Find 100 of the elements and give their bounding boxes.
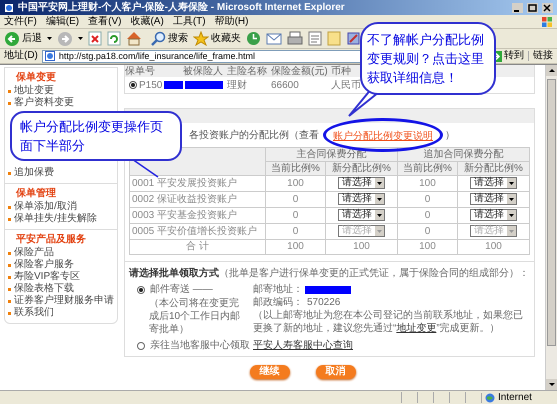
caret-icon[interactable] <box>374 210 384 220</box>
sidebar-link[interactable]: 地址变更 <box>14 86 54 96</box>
radio-button[interactable] <box>137 286 145 294</box>
sidebar-link[interactable]: 保险产品 <box>14 248 54 258</box>
section-title: 保单管理 <box>14 187 57 200</box>
table-cell: 100 <box>266 176 326 192</box>
bullet-icon <box>8 90 11 92</box>
table-cell: 0 <box>397 224 458 240</box>
account-name: 0002 保证收益投资账户 <box>130 192 266 208</box>
table-cell: 0 <box>397 208 458 224</box>
menu-item[interactable]: 文件(F) <box>4 16 37 26</box>
links-button[interactable]: 链接 <box>528 51 553 61</box>
option-label: 亲往当地客服中心领取 <box>150 338 250 353</box>
receipt-method-note: （批单是客户进行保单变更的正式凭证，属于保险合同的组成部分）： <box>219 266 529 280</box>
favorites-button[interactable]: 收藏夹 <box>193 31 241 46</box>
receipt-method-title: 请选择批单领取方式 <box>129 266 219 280</box>
refresh-icon[interactable] <box>107 31 121 46</box>
sidebar-link[interactable]: 保险客户服务 <box>14 260 74 270</box>
menu-item[interactable]: 帮助(H) <box>214 16 248 26</box>
caret-icon[interactable] <box>506 210 516 220</box>
history-icon[interactable] <box>246 31 261 46</box>
sidebar-link[interactable]: 联系我们 <box>14 308 54 318</box>
bullet-icon <box>8 102 11 104</box>
menu-item[interactable]: 收藏(A) <box>130 16 164 26</box>
menu-item[interactable]: 查看(V) <box>88 16 122 26</box>
window-title: 中国平安网上理财-个人客户-保险-人寿保险 - Microsoft Internet Explorer <box>18 0 346 15</box>
back-button[interactable]: 后退 <box>4 30 42 46</box>
column-header: 当前比例% <box>266 162 326 176</box>
column-header: 主险名称 <box>227 66 267 76</box>
menu-item[interactable]: 工具(T) <box>172 16 206 26</box>
dropdown[interactable]: 请选择 <box>338 209 385 222</box>
caret-icon[interactable] <box>78 36 83 40</box>
dropdown[interactable]: 请选择 <box>470 209 517 222</box>
maximize-icon[interactable] <box>527 2 538 12</box>
scrollbar[interactable] <box>545 65 557 390</box>
radio-button[interactable] <box>129 81 137 89</box>
minimize-icon[interactable] <box>512 2 523 12</box>
dropdown: 请选择 <box>470 225 517 238</box>
sidebar-link[interactable]: 保单添加/取消 <box>14 202 77 212</box>
scroll-down-icon[interactable] <box>546 379 557 390</box>
sidebar-link[interactable]: 寿险VIP客专区 <box>14 272 80 282</box>
field-value: 570226 <box>307 296 340 310</box>
option-note: （本公司将在变更完成后10个工作日内邮寄批单） <box>148 297 242 336</box>
sidebar-link[interactable]: 证券客户理财服务申请 <box>14 296 114 306</box>
close-icon[interactable] <box>542 2 553 12</box>
scroll-up-icon[interactable] <box>546 65 557 76</box>
table-cell-text: 66600 <box>271 78 299 92</box>
column-header: 币种 <box>331 66 351 76</box>
bullet-icon <box>8 252 11 254</box>
browser-icon[interactable] <box>4 2 14 12</box>
table-cell: 0 <box>397 192 458 208</box>
mail-icon[interactable] <box>266 32 282 45</box>
column-header: 新分配比例% <box>325 162 398 176</box>
table-cell-text: 理财 <box>227 78 247 92</box>
sidebar-link[interactable]: 保单挂失/挂失解除 <box>14 214 97 224</box>
caret-icon[interactable] <box>374 194 384 204</box>
radio-button[interactable] <box>137 342 145 350</box>
table-cell: 合 计 <box>130 240 266 254</box>
caret-icon[interactable] <box>374 178 384 188</box>
dropdown[interactable]: 请选择 <box>470 193 517 206</box>
home-icon[interactable] <box>126 31 142 46</box>
bullet-icon <box>8 288 11 290</box>
caret-icon[interactable] <box>47 36 52 40</box>
search-icon[interactable] <box>151 31 166 46</box>
dropdown[interactable]: 请选择 <box>470 177 517 190</box>
callout-tooltip: 帐户分配比例变更操作页面下半部分 <box>10 111 182 161</box>
table-cell: 0 <box>266 224 326 240</box>
table-cell: 0 <box>266 192 326 208</box>
printer-icon[interactable] <box>287 31 303 46</box>
caret-icon[interactable] <box>506 194 516 204</box>
dropdown[interactable]: 请选择 <box>338 177 385 190</box>
address-change-link[interactable]: 地址变更 <box>396 323 436 334</box>
sidebar-link[interactable]: 追加保费 <box>14 168 54 178</box>
table-cell: 100 <box>397 176 458 192</box>
table-cell: 100 <box>266 240 326 254</box>
column-header: 当前比例% <box>397 162 458 176</box>
redaction-block <box>185 81 223 89</box>
caret-icon[interactable] <box>506 178 516 188</box>
bullet-icon <box>8 218 11 220</box>
dropdown: 请选择 <box>338 225 385 238</box>
search-button[interactable]: 搜索 <box>151 31 188 46</box>
bullet-icon <box>8 276 11 278</box>
menu-item[interactable]: 编辑(E) <box>46 16 80 26</box>
star-icon[interactable] <box>193 31 209 46</box>
sidebar-link[interactable]: 保险表格下载 <box>14 284 74 294</box>
stop-icon[interactable] <box>88 31 102 46</box>
sidebar-link[interactable]: 客户资料变更 <box>14 98 74 108</box>
column-header: 新分配比例% <box>457 162 530 176</box>
allocation-rules-link[interactable]: 账户分配比例变更说明 <box>333 131 433 142</box>
closing-bracket: ） <box>445 128 455 142</box>
globe-icon[interactable] <box>485 392 495 402</box>
option-label: 邮件寄送 —— <box>150 282 213 297</box>
tools-icon[interactable] <box>346 31 361 46</box>
service-center-link[interactable]: 平安人寿客服中心查询 <box>253 338 353 353</box>
account-name: 0003 平安基金投资账户 <box>130 208 266 224</box>
table-cell: 100 <box>325 240 398 254</box>
page-icon[interactable] <box>44 51 55 61</box>
document-icon[interactable] <box>308 31 322 46</box>
dropdown[interactable]: 请选择 <box>338 193 385 206</box>
table-cell: 100 <box>397 240 458 254</box>
